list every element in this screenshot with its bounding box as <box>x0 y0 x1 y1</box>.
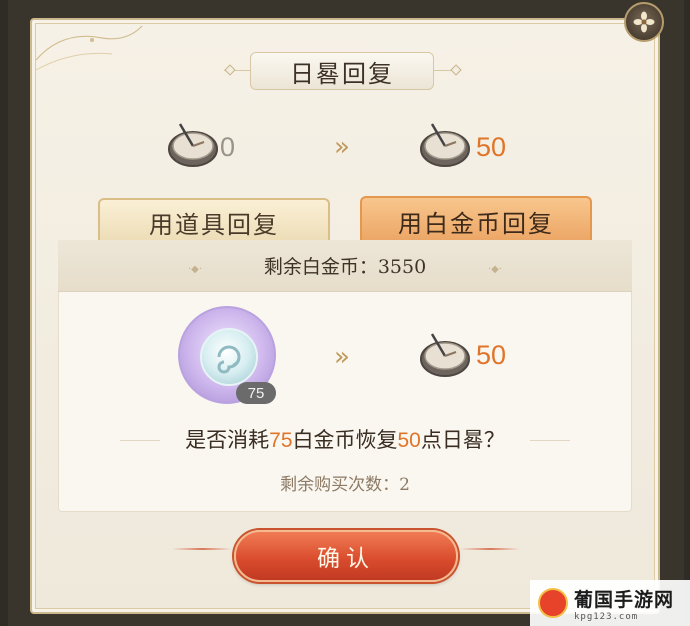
sundial-icon <box>420 333 470 377</box>
watermark-title: 葡国手游网 <box>574 588 675 611</box>
tab-label: 用道具回复 <box>149 210 279 239</box>
current-sundial-value: 0 <box>220 132 236 162</box>
sundial-icon <box>420 123 470 167</box>
question-cost: 75 <box>269 429 293 452</box>
remaining-coins-bar: ·◆· 剩余白金币：3550 ·◆· <box>58 240 632 292</box>
site-watermark: 葡国手游网 kpg123.com <box>530 580 690 626</box>
tab-use-platinum[interactable]: 用白金币回复 <box>360 196 592 244</box>
coin-cost-badge: 75 <box>236 382 276 404</box>
dots-ornament: ·◆· <box>188 264 203 275</box>
tab-label: 用白金币回复 <box>398 209 554 238</box>
confirm-flourish-right <box>460 548 520 550</box>
reward-sundial-value: 50 <box>476 340 507 370</box>
coin-face <box>200 328 258 386</box>
flower-close-icon <box>633 11 655 33</box>
question-mid: 白金币恢复 <box>292 428 398 452</box>
purchases-left-label: 剩余购买次数：2 <box>280 475 410 495</box>
tab-use-item[interactable]: 用道具回复 <box>98 198 330 244</box>
remaining-coins-label: 剩余白金币：3550 <box>263 256 427 278</box>
watermark-url: kpg123.com <box>574 611 639 622</box>
sundial-icon <box>168 123 218 167</box>
target-sundial-value: 50 <box>476 132 507 162</box>
confirm-label: 确认 <box>317 546 375 572</box>
confirm-question: 是否消耗75白金币恢复50点日晷？ <box>60 424 630 454</box>
confirm-button[interactable]: 确认 <box>234 530 458 582</box>
dialog-title: 日晷回复 <box>250 52 434 90</box>
corner-ornament <box>35 25 143 71</box>
watermark-logo-icon <box>538 588 568 618</box>
arrow-right-icon: » <box>334 132 350 162</box>
question-suffix: 点日晷？ <box>420 428 505 452</box>
question-reward: 50 <box>397 429 421 452</box>
close-button[interactable] <box>624 2 664 42</box>
swirl-icon <box>217 345 241 374</box>
watermark-text: 葡国手游网 kpg123.com <box>574 585 674 622</box>
dots-ornament: ·◆· <box>487 264 502 275</box>
confirm-flourish-left <box>172 548 232 550</box>
question-prefix: 是否消耗 <box>185 428 270 452</box>
arrow-right-icon: » <box>334 342 350 372</box>
